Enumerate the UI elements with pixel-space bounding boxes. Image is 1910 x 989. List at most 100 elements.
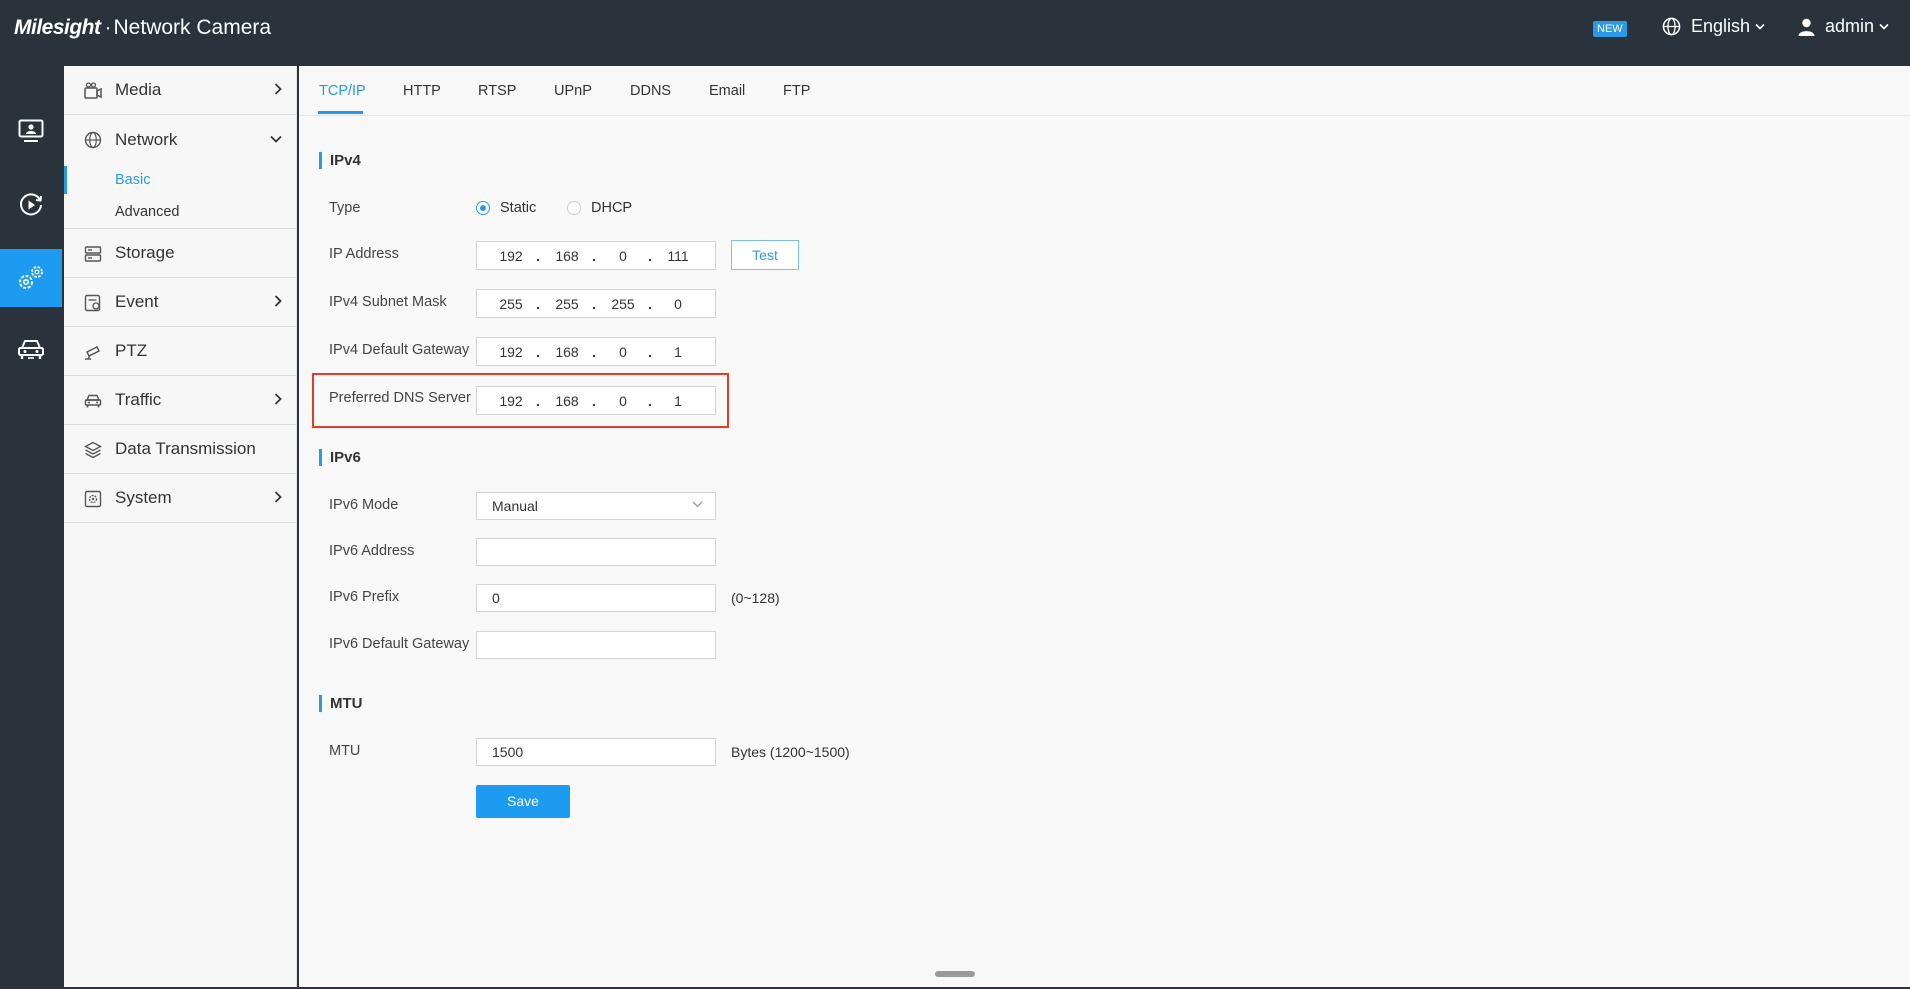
sidebar-item-system[interactable]: System xyxy=(64,474,296,523)
ip-dot: . xyxy=(648,344,652,360)
subnet-octet-4[interactable]: 0 xyxy=(658,296,698,312)
sidebar-item-data-transmission[interactable]: Data Transmission xyxy=(64,425,296,474)
gateway-octet-4[interactable]: 1 xyxy=(658,344,698,360)
new-badge[interactable]: NEW xyxy=(1593,21,1627,37)
nav-rail xyxy=(0,60,62,989)
sidebar-item-label: Media xyxy=(115,80,162,99)
ip-dot: . xyxy=(536,393,540,409)
ipv6-address-label: IPv6 Address xyxy=(329,543,415,559)
sidebar-item-label: Traffic xyxy=(115,390,162,409)
subnet-octet-3[interactable]: 255 xyxy=(603,296,643,312)
ipv6-mode-select[interactable]: Manual xyxy=(476,492,716,520)
chevron-right-icon xyxy=(274,393,282,405)
tab-rtsp[interactable]: RTSP xyxy=(478,83,516,99)
globe-icon xyxy=(84,131,102,149)
sidebar-subitem-basic[interactable]: Basic xyxy=(64,164,296,196)
tab-ftp[interactable]: FTP xyxy=(783,83,810,99)
dns-octet-1[interactable]: 192 xyxy=(491,393,531,409)
system-icon xyxy=(84,490,102,508)
brand: Milesight ·Network Camera xyxy=(14,16,271,40)
ip-address-label: IP Address xyxy=(329,246,399,262)
ip-octet-1[interactable]: 192 xyxy=(491,248,531,264)
sidebar-item-storage[interactable]: Storage xyxy=(64,229,296,278)
language-selector[interactable]: English xyxy=(1662,16,1775,37)
user-name: admin xyxy=(1825,16,1875,36)
sidebar-item-label: System xyxy=(115,488,172,507)
tab-http[interactable]: HTTP xyxy=(403,83,441,99)
radio-static-label: Static xyxy=(500,200,537,216)
settings-icon xyxy=(19,266,43,289)
ip-dot: . xyxy=(648,393,652,409)
playback-icon xyxy=(20,193,42,216)
sidebar-item-network[interactable]: Network xyxy=(64,115,296,164)
sidebar-item-event[interactable]: Event xyxy=(64,278,296,327)
radio-static[interactable]: Static xyxy=(476,200,536,216)
ip-octet-3[interactable]: 0 xyxy=(603,248,643,264)
gateway-octet-2[interactable]: 168 xyxy=(547,344,587,360)
chevron-down-icon xyxy=(692,501,703,508)
subnet-mask-input[interactable]: 255 . 255 . 255 . 0 xyxy=(476,289,716,318)
tab-email[interactable]: Email xyxy=(709,83,745,99)
language-label: English xyxy=(1691,16,1751,36)
test-button[interactable]: Test xyxy=(731,240,799,270)
main-panel: TCP/IP HTTP RTSP UPnP DDNS Email FTP IPv… xyxy=(299,66,1910,987)
rail-settings[interactable] xyxy=(0,249,62,307)
event-icon xyxy=(84,294,101,312)
section-title-mtu: MTU xyxy=(319,695,363,712)
storage-icon xyxy=(84,246,102,262)
sidebar-item-label: Data Transmission xyxy=(115,439,256,458)
ip-address-input[interactable]: 192 . 168 . 0 . 111 xyxy=(476,241,716,270)
vehicle-icon xyxy=(18,340,44,359)
car-icon xyxy=(84,394,102,408)
ipv6-address-input[interactable] xyxy=(476,538,716,566)
media-icon xyxy=(84,82,102,99)
radio-dhcp[interactable]: DHCP xyxy=(567,200,632,216)
chevron-right-icon xyxy=(274,295,282,307)
globe-icon xyxy=(1662,17,1681,36)
active-tab-indicator xyxy=(318,111,363,114)
save-button[interactable]: Save xyxy=(476,785,570,818)
ipv6-prefix-input[interactable]: 0 xyxy=(476,584,716,612)
sidebar-item-ptz[interactable]: PTZ xyxy=(64,327,296,376)
rail-vehicle[interactable] xyxy=(0,320,62,378)
ip-dot: . xyxy=(536,296,540,312)
sidebar-item-traffic[interactable]: Traffic xyxy=(64,376,296,425)
ip-octet-2[interactable]: 168 xyxy=(547,248,587,264)
tab-bar: TCP/IP HTTP RTSP UPnP DDNS Email FTP xyxy=(299,66,1910,116)
ip-dot: . xyxy=(648,248,652,264)
subnet-octet-1[interactable]: 255 xyxy=(491,296,531,312)
default-gateway-input[interactable]: 192 . 168 . 0 . 1 xyxy=(476,337,716,366)
dns-octet-4[interactable]: 1 xyxy=(658,393,698,409)
sidebar-item-media[interactable]: Media xyxy=(64,66,296,115)
user-menu[interactable]: admin xyxy=(1798,16,1899,37)
rail-live-view[interactable] xyxy=(0,102,62,160)
sidebar-item-label: PTZ xyxy=(115,341,148,360)
chevron-down-icon xyxy=(1755,23,1765,30)
section-title-ipv6: IPv6 xyxy=(319,449,361,466)
chevron-down-icon xyxy=(270,135,282,143)
sidebar-group-network: Network Basic Advanced xyxy=(64,115,296,229)
gateway-octet-1[interactable]: 192 xyxy=(491,344,531,360)
ip-dot: . xyxy=(536,248,540,264)
ipv6-mode-value: Manual xyxy=(492,498,538,514)
section-title-ipv4: IPv4 xyxy=(319,152,361,169)
mtu-input[interactable]: 1500 xyxy=(476,738,716,766)
tab-tcp-ip[interactable]: TCP/IP xyxy=(319,83,366,99)
ip-octet-4[interactable]: 111 xyxy=(658,248,698,264)
tab-ddns[interactable]: DDNS xyxy=(630,83,671,99)
preferred-dns-label: Preferred DNS Server xyxy=(329,390,471,406)
ipv6-gateway-input[interactable] xyxy=(476,631,716,659)
sidebar-item-label: Event xyxy=(115,292,159,311)
tab-upnp[interactable]: UPnP xyxy=(554,83,592,99)
gateway-octet-3[interactable]: 0 xyxy=(603,344,643,360)
preferred-dns-input[interactable]: 192 . 168 . 0 . 1 xyxy=(476,386,716,415)
ipv6-prefix-label: IPv6 Prefix xyxy=(329,589,400,605)
ipv6-gateway-label: IPv6 Default Gateway xyxy=(329,636,470,652)
rail-playback[interactable] xyxy=(0,176,62,234)
resize-handle[interactable] xyxy=(935,971,975,977)
subnet-octet-2[interactable]: 255 xyxy=(547,296,587,312)
dns-octet-3[interactable]: 0 xyxy=(603,393,643,409)
dns-octet-2[interactable]: 168 xyxy=(547,393,587,409)
sidebar-subitem-advanced[interactable]: Advanced xyxy=(64,196,296,228)
radio-static-indicator xyxy=(476,201,490,215)
